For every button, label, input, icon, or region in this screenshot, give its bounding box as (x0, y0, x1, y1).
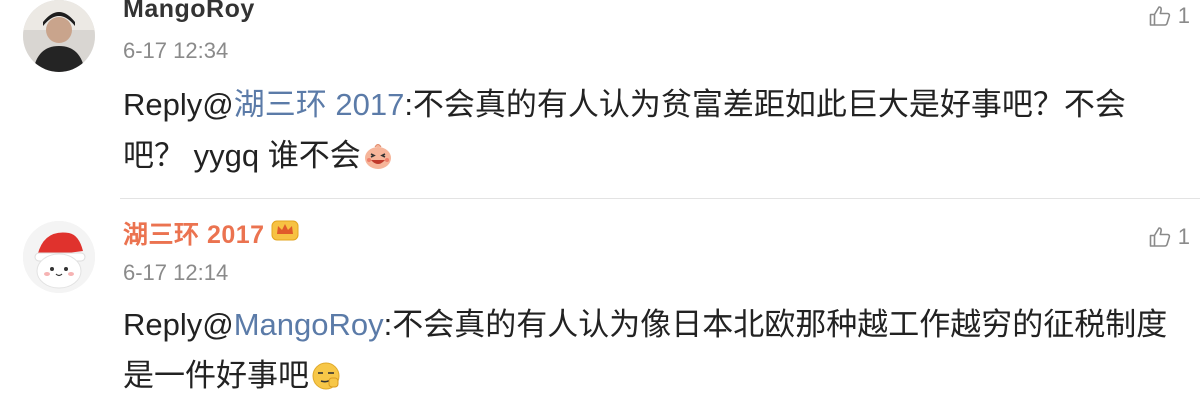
thumbs-up-icon (1149, 6, 1170, 26)
like-button[interactable]: 1 (1148, 3, 1190, 29)
like-count: 1 (1177, 224, 1190, 249)
laughing-emoji-icon (363, 135, 393, 186)
comment-item: MangoRoy 6-17 12:34 1 Reply@湖三环 2017:不会真… (0, 0, 1200, 198)
santa-cartoon-avatar-icon (23, 221, 95, 293)
mention-link[interactable]: MangoRoy (234, 307, 384, 342)
reply-prefix: Reply@ (123, 307, 234, 342)
comment-text: Reply@湖三环 2017:不会真的有人认为贫富差距如此巨大是好事吧？不会吧？… (123, 79, 1180, 186)
user-photo-icon (23, 0, 95, 72)
like-button[interactable]: 1 (1148, 224, 1190, 250)
username[interactable]: 湖三环 2017 (123, 215, 299, 251)
smirk-emoji-icon (311, 355, 341, 406)
vip-crown-icon (271, 218, 299, 249)
thumbs-up-icon (1149, 227, 1170, 247)
comment-text: Reply@MangoRoy:不会真的有人认为像日本北欧那种越工作越穷的征税制度… (123, 299, 1180, 406)
username-text[interactable]: 湖三环 2017 (123, 215, 265, 251)
avatar[interactable] (23, 221, 95, 293)
like-count: 1 (1177, 3, 1190, 28)
username[interactable]: MangoRoy (123, 0, 255, 24)
avatar[interactable] (23, 0, 95, 72)
reply-prefix: Reply@ (123, 87, 234, 122)
timestamp: 6-17 12:14 (123, 260, 229, 285)
timestamp: 6-17 12:34 (123, 38, 229, 63)
mention-link[interactable]: 湖三环 2017 (234, 87, 405, 122)
